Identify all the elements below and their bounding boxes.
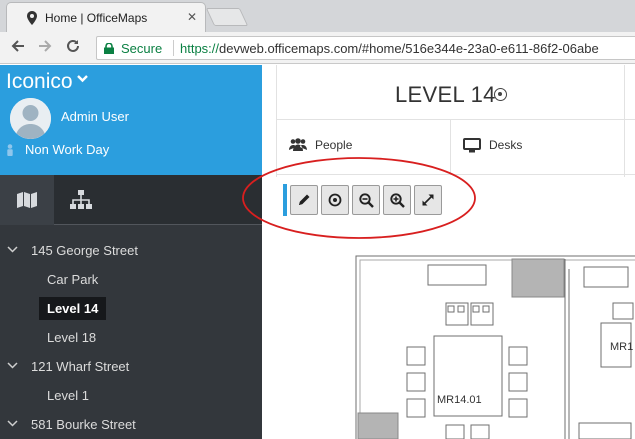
browser-tab-title: Home | OfficeMaps: [45, 11, 148, 25]
tree-label: 581 Bourke Street: [31, 417, 136, 432]
close-tab-icon[interactable]: ✕: [187, 10, 197, 24]
lock-icon: [104, 43, 114, 54]
monitor-icon: [463, 138, 481, 153]
tree-label: Level 18: [47, 330, 97, 345]
tab-map[interactable]: [0, 175, 54, 225]
user-name[interactable]: Admin User: [61, 109, 129, 124]
tree-building-581-bourke[interactable]: 581 Bourke Street: [0, 413, 262, 437]
chevron-down-icon[interactable]: [7, 244, 18, 256]
room-label: MR14.01: [437, 394, 482, 406]
forward-icon[interactable]: [37, 38, 53, 54]
chevron-down-icon[interactable]: [77, 75, 88, 83]
user-silhouette-icon: [10, 98, 51, 139]
brand-name[interactable]: Iconico: [6, 70, 73, 94]
locate-icon[interactable]: [494, 88, 507, 101]
tab-label: People: [315, 138, 353, 152]
work-status: Non Work Day: [25, 142, 110, 157]
tree-label: 121 Wharf Street: [31, 359, 130, 374]
chevron-down-icon[interactable]: [7, 360, 18, 372]
secure-label: Secure: [121, 41, 163, 56]
tree-item-level-1[interactable]: Level 1: [0, 384, 262, 408]
status-person-icon: [7, 144, 13, 156]
new-tab-button[interactable]: [205, 8, 249, 26]
tab-label: Desks: [489, 138, 523, 152]
tree-item-level-18[interactable]: Level 18: [0, 326, 262, 350]
location-pin-icon: [27, 11, 37, 25]
floor-plan[interactable]: [351, 251, 635, 439]
browser-toolbar: Secure https://devweb.officemaps.com/#ho…: [0, 32, 635, 64]
highlight-ellipse: [242, 157, 476, 239]
url-scheme: https://: [180, 41, 220, 56]
people-icon: [289, 138, 307, 151]
tree-label: 145 George Street: [31, 243, 138, 258]
hierarchy-icon: [70, 190, 92, 209]
reload-icon[interactable]: [65, 38, 81, 54]
tree-building-145-george[interactable]: 145 George Street: [0, 239, 262, 263]
url-path: devweb.officemaps.com/#home/516e344e-23a…: [219, 41, 599, 56]
tree-label: Level 1: [47, 388, 89, 403]
tree-label: Car Park: [47, 272, 99, 287]
sidebar: 145 George Street Car Park Level 14 Leve…: [0, 175, 262, 439]
tree-item-car-park[interactable]: Car Park: [0, 268, 262, 292]
chevron-down-icon[interactable]: [7, 418, 18, 430]
map-icon: [17, 192, 37, 208]
back-icon[interactable]: [10, 38, 26, 54]
tree-building-121-wharf[interactable]: 121 Wharf Street: [0, 355, 262, 379]
main-panel: LEVEL 14 People Desks MR14.01 MR1: [262, 65, 635, 439]
sidebar-header: Iconico Admin User Non Work Day: [0, 65, 262, 175]
tree-item-level-14[interactable]: Level 14: [0, 297, 262, 321]
avatar[interactable]: [10, 98, 51, 139]
page-title: LEVEL 14: [395, 82, 496, 107]
url-text: https://devweb.officemaps.com/#home/516e…: [180, 41, 599, 56]
tree-label: Level 14: [39, 297, 107, 320]
address-bar[interactable]: Secure https://devweb.officemaps.com/#ho…: [96, 36, 635, 60]
sidebar-tabs: [0, 175, 262, 225]
tab-hierarchy[interactable]: [54, 175, 108, 225]
address-separator: [173, 40, 174, 56]
browser-tab-strip: Home | OfficeMaps ✕: [0, 0, 635, 32]
browser-tab[interactable]: Home | OfficeMaps ✕: [6, 2, 206, 32]
room-label: MR1: [610, 341, 634, 353]
